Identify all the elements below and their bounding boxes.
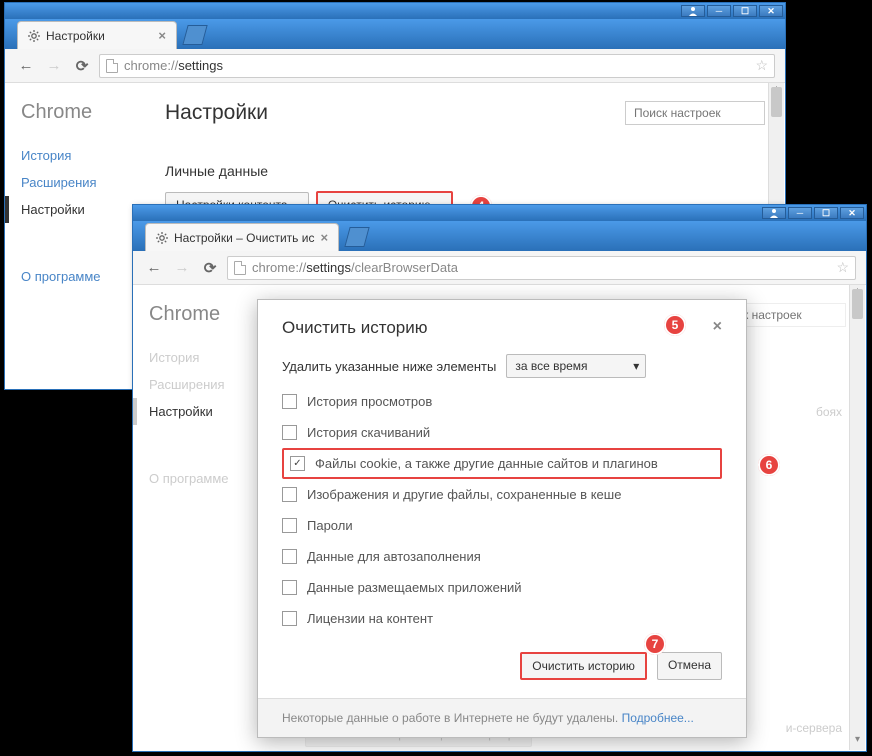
titlebar: ─ ☐ ✕ [133,205,866,221]
time-range-label: Удалить указанные ниже элементы [282,359,496,374]
checkbox[interactable] [282,425,297,440]
sidebar-item-settings[interactable]: Настройки [5,196,129,223]
callout-7: 7 [644,633,666,655]
sidebar-item-history[interactable]: История [21,142,129,169]
option-browse-history[interactable]: История просмотров [282,386,722,417]
url-text: chrome://settings [124,58,223,73]
minimize-button[interactable]: ─ [788,207,812,219]
toolbar: ← → ⟳ chrome://settings ☆ [5,49,785,83]
tab-label: Настройки – Очистить ис [174,231,314,245]
checkbox[interactable] [282,487,297,502]
callout-5: 5 [664,314,686,336]
close-button[interactable]: ✕ [759,5,783,17]
checkbox[interactable] [282,580,297,595]
tabstrip: Настройки × [5,19,785,49]
sidebar-item-extensions[interactable]: Расширения [149,371,257,398]
option-passwords[interactable]: Пароли [282,510,722,541]
option-cookies[interactable]: Файлы cookie, а также другие данные сайт… [282,448,722,479]
sidebar-item-about[interactable]: О программе [149,465,257,492]
address-bar[interactable]: chrome://settings ☆ [99,54,775,78]
option-hosted-apps[interactable]: Данные размещаемых приложений [282,572,722,603]
bookmark-star-icon[interactable]: ☆ [755,57,768,74]
section-personal-data: Личные данные [165,163,765,179]
page-icon [106,59,118,73]
reload-button[interactable]: ⟳ [199,257,221,279]
search-settings-input[interactable] [625,101,765,125]
dialog-footer-note: Некоторые данные о работе в Интернете не… [258,698,746,737]
chrome-logo-text: Chrome [21,101,129,124]
tab-close-icon[interactable]: × [320,230,328,245]
checkbox[interactable] [282,394,297,409]
checkbox[interactable] [290,456,305,471]
faded-text-fragment: и-сервера [786,721,842,735]
close-button[interactable]: ✕ [840,207,864,219]
new-tab-button[interactable] [182,25,207,45]
sidebar: Chrome История Расширения Настройки О пр… [133,285,273,751]
minimize-button[interactable]: ─ [707,5,731,17]
page-icon [234,261,246,275]
sidebar-item-about[interactable]: О программе [21,263,129,290]
option-download-history[interactable]: История скачиваний [282,417,722,448]
tab-close-icon[interactable]: × [158,28,166,43]
sidebar-item-settings[interactable]: Настройки [133,398,257,425]
option-content-licenses[interactable]: Лицензии на контент [282,603,722,634]
scroll-thumb[interactable] [771,87,782,117]
reload-button[interactable]: ⟳ [71,55,93,77]
clear-history-confirm-button[interactable]: Очистить историю [520,652,647,680]
time-range-row: Удалить указанные ниже элементы за все в… [282,354,722,378]
dialog-title: Очистить историю [282,318,722,338]
back-button[interactable]: ← [15,55,37,77]
bookmark-star-icon[interactable]: ☆ [836,259,849,276]
tab-settings-clear[interactable]: Настройки – Очистить ис × [145,223,339,251]
back-button[interactable]: ← [143,257,165,279]
user-button[interactable] [681,5,705,17]
window-clear-data: ─ ☐ ✕ Настройки – Очистить ис × ← → ⟳ ch… [132,204,867,752]
checkbox[interactable] [282,518,297,533]
tabstrip: Настройки – Очистить ис × [133,221,866,251]
gear-icon [156,232,168,244]
forward-button[interactable]: → [43,55,65,77]
checkbox[interactable] [282,611,297,626]
scrollbar[interactable]: ▴ ▾ [849,285,865,750]
checkbox[interactable] [282,549,297,564]
toolbar: ← → ⟳ chrome://settings/clearBrowserData… [133,251,866,285]
address-bar[interactable]: chrome://settings/clearBrowserData ☆ [227,256,856,280]
tab-settings[interactable]: Настройки × [17,21,177,49]
callout-6: 6 [758,454,780,476]
titlebar: ─ ☐ ✕ [5,3,785,19]
scroll-thumb[interactable] [852,289,863,319]
sidebar: Chrome История Расширения Настройки О пр… [5,83,145,389]
tab-label: Настройки [46,29,105,43]
option-autofill[interactable]: Данные для автозаполнения [282,541,722,572]
maximize-button[interactable]: ☐ [733,5,757,17]
user-button[interactable] [762,207,786,219]
chrome-logo-text: Chrome [149,303,257,326]
clear-history-dialog: × Очистить историю 5 Удалить указанные н… [257,299,747,738]
sidebar-item-extensions[interactable]: Расширения [21,169,129,196]
faded-text-fragment: боях [816,405,842,419]
learn-more-link[interactable]: Подробнее... [622,711,694,725]
option-cache[interactable]: Изображения и другие файлы, сохраненные … [282,479,722,510]
gear-icon [28,30,40,42]
cancel-button[interactable]: Отмена [657,652,722,680]
dialog-footer: Очистить историю Отмена [282,652,722,680]
forward-button[interactable]: → [171,257,193,279]
new-tab-button[interactable] [344,227,369,247]
dialog-close-icon[interactable]: × [713,318,722,336]
maximize-button[interactable]: ☐ [814,207,838,219]
time-range-dropdown[interactable]: за все время [506,354,646,378]
scroll-down-icon[interactable]: ▾ [850,734,865,750]
sidebar-item-history[interactable]: История [149,344,257,371]
url-text: chrome://settings/clearBrowserData [252,260,458,275]
